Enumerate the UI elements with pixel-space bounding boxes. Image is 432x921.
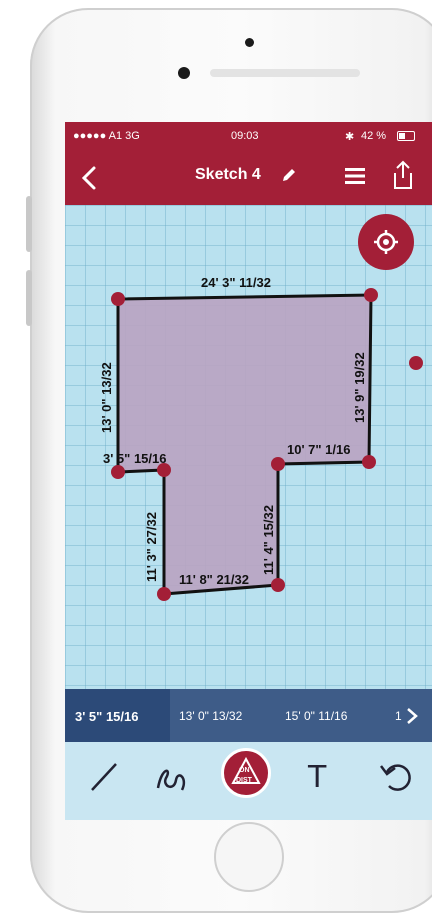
app-screen: ●●●●● A1 3G 09:03 ✱ 42 % Sketch 4 24' 3"… bbox=[65, 122, 432, 820]
crosshair-icon bbox=[374, 230, 398, 254]
dimension-bottom[interactable]: 11' 8" 21/32 bbox=[179, 572, 249, 587]
nav-bar: Sketch 4 bbox=[65, 150, 432, 205]
vertex-handle[interactable] bbox=[364, 288, 378, 302]
measurement-bar: 3' 5" 15/16 13' 0" 13/32 15' 0" 11/16 1 bbox=[65, 689, 432, 742]
hamburger-menu-icon[interactable] bbox=[343, 164, 367, 188]
dimension-top[interactable]: 24' 3" 11/32 bbox=[201, 275, 271, 290]
chevron-left-icon[interactable] bbox=[79, 165, 99, 191]
front-camera bbox=[245, 38, 254, 47]
side-button bbox=[26, 196, 32, 252]
locate-button[interactable] bbox=[358, 214, 414, 270]
bluetooth-icon: ✱ bbox=[345, 131, 355, 143]
freehand-tool-icon[interactable] bbox=[148, 752, 198, 802]
measurement-item[interactable]: 1 bbox=[395, 709, 402, 723]
carrier-text: ●●●●● A1 3G bbox=[73, 130, 140, 142]
vertex-handle[interactable] bbox=[271, 578, 285, 592]
vertex-handle[interactable] bbox=[111, 465, 125, 479]
dimension-inner-right[interactable]: 11' 4" 15/32 bbox=[261, 505, 276, 575]
dimension-left[interactable]: 13' 0" 13/32 bbox=[99, 362, 114, 433]
tool-bar: ON DIST T bbox=[65, 742, 432, 820]
sketch-canvas[interactable]: 24' 3" 11/32 13' 0" 13/32 13' 9" 19/32 3… bbox=[65, 205, 432, 732]
share-icon[interactable] bbox=[391, 160, 415, 190]
line-tool-icon[interactable] bbox=[80, 752, 130, 802]
battery-text: 42 % bbox=[361, 130, 387, 142]
chevron-right-icon[interactable] bbox=[405, 707, 419, 725]
measurement-item[interactable]: 3' 5" 15/16 bbox=[75, 709, 138, 724]
undo-icon[interactable] bbox=[371, 752, 421, 802]
disto-label-bottom: DIST bbox=[236, 777, 252, 784]
dimension-mid-left[interactable]: 3' 5" 15/16 bbox=[103, 451, 166, 466]
earpiece-speaker bbox=[210, 69, 360, 77]
disto-button[interactable]: ON DIST bbox=[221, 748, 271, 798]
disto-label-top: ON bbox=[239, 767, 250, 774]
sensor-dot bbox=[178, 67, 190, 79]
measurement-item[interactable]: 15' 0" 11/16 bbox=[285, 709, 347, 723]
vertex-handle[interactable] bbox=[111, 292, 125, 306]
dimension-right[interactable]: 13' 9" 19/32 bbox=[352, 352, 367, 423]
clock-text: 09:03 bbox=[231, 130, 259, 142]
side-button bbox=[26, 270, 32, 326]
pencil-icon[interactable] bbox=[281, 167, 297, 183]
dimension-bottom-left[interactable]: 11' 3" 27/32 bbox=[144, 512, 159, 582]
measurement-item[interactable]: 13' 0" 13/32 bbox=[179, 709, 242, 723]
dimension-mid-right[interactable]: 10' 7" 1/16 bbox=[287, 442, 350, 457]
home-button[interactable] bbox=[214, 822, 284, 892]
vertex-handle[interactable] bbox=[362, 455, 376, 469]
vertex-handle[interactable] bbox=[409, 356, 423, 370]
status-bar: ●●●●● A1 3G 09:03 ✱ 42 % bbox=[65, 122, 432, 150]
battery-icon bbox=[397, 131, 415, 141]
vertex-handle[interactable] bbox=[157, 587, 171, 601]
vertex-handle[interactable] bbox=[271, 457, 285, 471]
text-tool-icon[interactable]: T bbox=[308, 760, 326, 795]
page-title[interactable]: Sketch 4 bbox=[195, 166, 261, 184]
